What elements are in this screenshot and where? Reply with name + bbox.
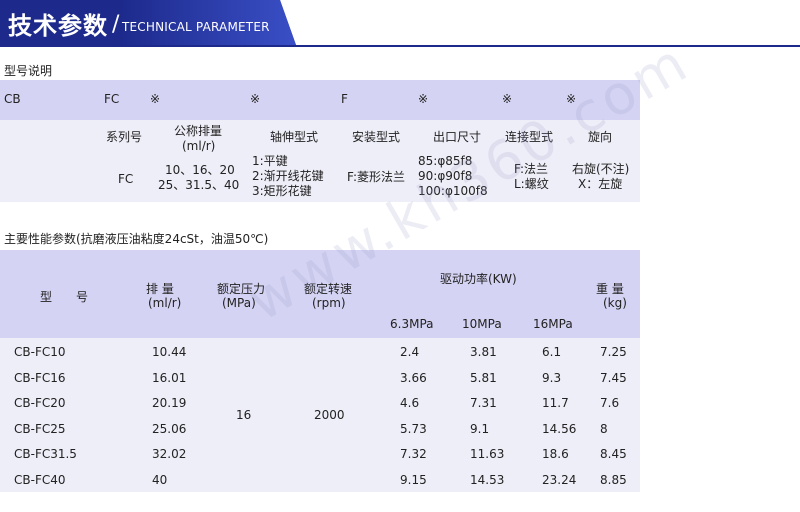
- perf-section-title: 主要性能参数(抗磨液压油粘度24cSt，油温50℃): [4, 232, 269, 246]
- th-power-10: 10MPa: [462, 317, 502, 331]
- cell-power-63: 3.66: [400, 370, 427, 385]
- cell-power-63: 4.6: [400, 396, 420, 410]
- shaft-option-3: 3:矩形花键: [252, 184, 312, 198]
- th-model: 型 号: [40, 290, 89, 304]
- cell-power-16: 23.24: [542, 472, 577, 487]
- cell-power-16: 9.3: [542, 370, 562, 385]
- displacement-values-2: 25、31.5、40: [158, 178, 240, 192]
- cell-model: CB-FC31.5: [14, 447, 77, 461]
- cell-power-63: 5.73: [400, 421, 427, 436]
- code-placeholder-1: ※: [150, 92, 161, 106]
- cell-weight: 7.45: [600, 370, 627, 385]
- cell-weight: 8: [600, 421, 608, 436]
- header-displacement: 公称排量: [174, 124, 223, 138]
- banner-title: 技术参数: [8, 12, 108, 40]
- th-power: 驱动功率(KW): [440, 272, 517, 286]
- th-power-16: 16MPa: [533, 317, 573, 331]
- cell-power-16: 6.1: [542, 345, 562, 359]
- code-cb: CB: [4, 92, 21, 106]
- cell-power-10: 14.53: [470, 472, 505, 487]
- code-f: F: [341, 92, 348, 106]
- banner-slash: /: [112, 12, 120, 37]
- mount-value: F:菱形法兰: [347, 170, 406, 184]
- shaft-option-1: 1:平键: [252, 154, 288, 168]
- shaft-option-2: 2:渐开线花键: [252, 169, 324, 183]
- rotation-option-2: X：左旋: [578, 177, 623, 191]
- code-fc: FC: [104, 92, 120, 106]
- code-placeholder-3: ※: [418, 92, 429, 106]
- cell-weight: 8.45: [600, 447, 627, 461]
- th-weight: 重 量: [596, 282, 624, 296]
- th-power-63: 6.3MPa: [390, 317, 434, 331]
- cell-weight: 8.85: [600, 472, 627, 487]
- cell-disp: 16.01: [152, 370, 187, 385]
- displacement-values-1: 10、16、20: [165, 163, 235, 177]
- code-placeholder-2: ※: [250, 92, 261, 106]
- cell-power-63: 9.15: [400, 472, 427, 487]
- banner-underline: [0, 45, 800, 47]
- cell-power-63: 2.4: [400, 345, 420, 359]
- perf-table-body: 16 2000 CB-FC10 10.44 2.4 3.81 6.1 7.25 CB-FC1…: [0, 338, 640, 492]
- cell-model: CB-FC25: [14, 421, 66, 436]
- cell-power-16: 11.7: [542, 396, 569, 410]
- header-shaft: 轴伸型式: [270, 130, 319, 144]
- header-displacement-unit: (ml/r): [182, 139, 216, 153]
- cell-model: CB-FC16: [14, 370, 66, 385]
- series-value: FC: [118, 172, 134, 186]
- cell-disp: 20.19: [152, 396, 187, 410]
- cell-power-10: 3.81: [470, 345, 497, 359]
- cell-weight: 7.6: [600, 396, 620, 410]
- cell-weight: 7.25: [600, 345, 627, 359]
- header-mount: 安装型式: [352, 130, 401, 144]
- th-disp-unit: (ml/r): [148, 296, 182, 310]
- rated-pressure-value: 16: [236, 408, 252, 422]
- cell-power-10: 5.81: [470, 370, 497, 385]
- th-disp: 排 量: [146, 282, 174, 296]
- cell-disp: 40: [152, 472, 168, 487]
- cell-model: CB-FC10: [14, 345, 66, 359]
- code-placeholder-4: ※: [502, 92, 513, 106]
- cell-power-10: 7.31: [470, 396, 497, 410]
- cell-model: CB-FC20: [14, 396, 66, 410]
- cell-power-16: 14.56: [542, 421, 577, 436]
- model-section-title: 型号说明: [4, 64, 53, 78]
- header-series: 系列号: [106, 130, 143, 144]
- cell-model: CB-FC40: [14, 472, 66, 487]
- cell-disp: 32.02: [152, 447, 187, 461]
- th-weight-unit: (kg): [603, 296, 627, 310]
- banner-subtitle: TECHNICAL PARAMETER: [122, 20, 270, 34]
- rotation-option-1: 右旋(不注): [572, 162, 630, 176]
- cell-power-16: 18.6: [542, 447, 569, 461]
- cell-power-10: 11.63: [470, 447, 505, 461]
- header-banner: 技术参数 / TECHNICAL PARAMETER: [0, 0, 800, 48]
- cell-disp: 25.06: [152, 421, 187, 436]
- cell-power-63: 7.32: [400, 447, 427, 461]
- cell-disp: 10.44: [152, 345, 187, 359]
- cell-power-10: 9.1: [470, 421, 490, 436]
- rated-speed-value: 2000: [314, 408, 345, 422]
